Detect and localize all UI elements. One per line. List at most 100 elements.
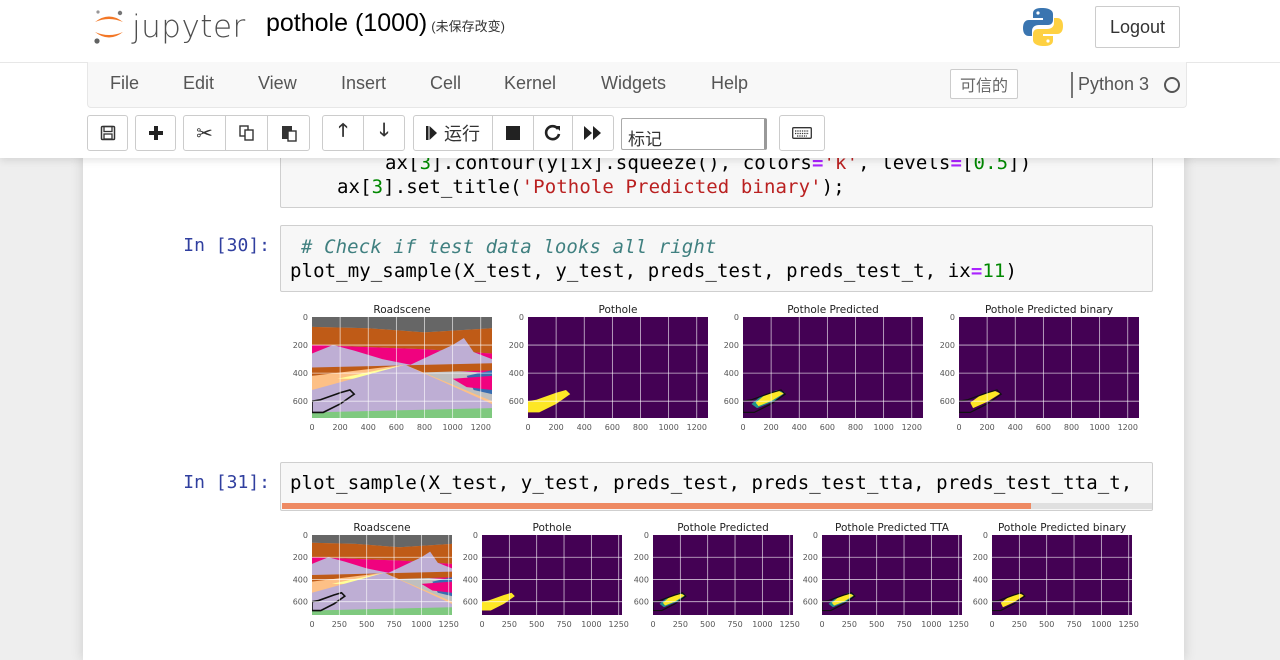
output-figure-cell31: 0 250 500 750 1000 1250 0 200 400 600 Roadscene 0 25…	[280, 518, 1160, 642]
heatmap-background	[743, 317, 923, 418]
paste-icon	[281, 126, 297, 142]
menu-help[interactable]: Help	[711, 73, 748, 94]
x-tick-label: 750	[1066, 620, 1081, 629]
save-button[interactable]	[87, 115, 128, 151]
x-tick-label: 1250	[1119, 620, 1139, 629]
y-tick-label: 400	[973, 575, 988, 584]
x-tick-label: 600	[1036, 423, 1051, 432]
plot-panel: 0 250 500 750 1000 1250 0 200 400 600 Pothole Pred…	[621, 518, 813, 637]
menu-widgets[interactable]: Widgets	[601, 73, 666, 94]
restart-button[interactable]	[533, 115, 573, 151]
y-tick-label: 200	[509, 341, 524, 350]
y-tick-label: 200	[293, 553, 308, 562]
plot-svg: 0 200 400 600 800 1000 1200 0 200 400 600 Roadscene	[293, 304, 492, 432]
x-tick-label: 400	[792, 423, 807, 432]
paste-button[interactable]	[267, 115, 310, 151]
x-tick-label: 1000	[411, 620, 431, 629]
edit-group: ✂	[183, 115, 310, 151]
move-group: 🡑 🡓	[322, 115, 405, 151]
x-tick-label: 750	[556, 620, 571, 629]
header-top: jupyter pothole (1000) (未保存改变) Logout	[0, 0, 1280, 62]
move-up-button[interactable]: 🡑	[322, 115, 364, 151]
plot-image	[482, 535, 622, 615]
x-tick-label: 250	[332, 620, 347, 629]
y-tick-label: 0	[519, 313, 524, 322]
x-tick-label: 1000	[581, 620, 601, 629]
move-down-button[interactable]: 🡓	[363, 115, 405, 151]
keyboard-group	[779, 115, 825, 151]
x-tick-label: 250	[673, 620, 688, 629]
code-cell-31[interactable]: plot_sample(X_test, y_test, preds_test, …	[280, 462, 1153, 511]
x-tick-label: 0	[740, 423, 745, 432]
plot-title: Pothole Predicted binary	[998, 522, 1126, 534]
y-tick-label: 200	[973, 553, 988, 562]
run-button[interactable]: 运行	[413, 115, 493, 151]
step-forward-icon	[426, 126, 437, 140]
plot-image	[743, 317, 923, 418]
code-line: plot_sample(X_test, y_test, preds_test, …	[290, 472, 1133, 494]
menu-cell[interactable]: Cell	[430, 73, 461, 94]
python-logo-icon	[1022, 6, 1064, 53]
heatmap-background	[992, 535, 1132, 615]
x-tick-label: 800	[633, 423, 648, 432]
y-tick-label: 0	[473, 531, 478, 540]
x-tick-label: 750	[896, 620, 911, 629]
insert-cell-button[interactable]	[135, 115, 176, 151]
x-tick-label: 800	[417, 423, 432, 432]
menu-insert[interactable]: Insert	[341, 73, 386, 94]
heatmap-background	[959, 317, 1139, 418]
y-tick-label: 0	[983, 531, 988, 540]
horizontal-scrollbar[interactable]	[282, 503, 1152, 509]
notebook-title[interactable]: pothole (1000) (未保存改变)	[266, 9, 505, 38]
arrow-down-icon: 🡓	[379, 120, 389, 140]
x-tick-label: 1200	[1118, 423, 1138, 432]
plot-image	[992, 535, 1132, 615]
x-tick-label: 1000	[1091, 620, 1111, 629]
x-tick-label: 500	[529, 620, 544, 629]
restart-run-all-button[interactable]	[572, 115, 614, 151]
jupyter-logo[interactable]: jupyter	[92, 6, 246, 48]
menu-kernel[interactable]: Kernel	[504, 73, 556, 94]
logout-button[interactable]: Logout	[1095, 6, 1180, 48]
run-label: 运行	[444, 124, 480, 144]
x-tick-label: 1200	[471, 423, 491, 432]
y-tick-label: 600	[293, 397, 308, 406]
x-tick-label: 200	[979, 423, 994, 432]
cell-type-select[interactable]: 标记	[621, 118, 767, 150]
x-tick-label: 1000	[442, 423, 462, 432]
menu-file[interactable]: File	[110, 73, 139, 94]
x-tick-label: 500	[700, 620, 715, 629]
trusted-badge[interactable]: 可信的	[950, 69, 1018, 99]
run-group: 运行	[413, 115, 614, 151]
y-tick-label: 400	[940, 369, 955, 378]
plot-svg: 0 200 400 600 800 1000 1200 0 200 400 600 Pothole	[509, 304, 708, 432]
horizontal-scrollbar-thumb[interactable]	[282, 503, 1032, 509]
y-tick-label: 200	[634, 553, 649, 562]
plot-image	[822, 535, 962, 615]
plot-svg: 0 250 500 750 1000 12500200400600Pothole	[463, 522, 629, 629]
plot-title: Roadscene	[353, 522, 410, 534]
plot-svg: 0 200 400 600 800 1000 1200 0 200 400 600 Pothole P…	[724, 304, 923, 432]
command-palette-button[interactable]	[779, 115, 825, 151]
menu-edit[interactable]: Edit	[183, 73, 214, 94]
copy-button[interactable]	[225, 115, 268, 151]
code-cell-30[interactable]: # Check if test data looks all right plo…	[280, 225, 1153, 292]
x-tick-label: 600	[820, 423, 835, 432]
header: jupyter pothole (1000) (未保存改变) Logout Fil…	[0, 0, 1280, 158]
interrupt-button[interactable]	[492, 115, 534, 151]
menu-view[interactable]: View	[258, 73, 297, 94]
y-tick-label: 0	[303, 313, 308, 322]
x-tick-label: 1000	[873, 423, 893, 432]
plot-title: Pothole	[599, 304, 638, 316]
code-comment: # Check if test data looks all right	[301, 236, 717, 258]
heatmap-background	[822, 535, 962, 615]
plot-image	[528, 317, 708, 418]
notebook-name[interactable]: pothole (1000)	[266, 9, 427, 37]
y-tick-label: 600	[463, 598, 478, 607]
cut-button[interactable]: ✂	[183, 115, 226, 151]
plot-panel: 0 200 400 600 800 1000 1200 0 200 400 600 Pothole P…	[711, 300, 943, 440]
cut-icon: ✂	[196, 122, 213, 145]
x-tick-label: 750	[386, 620, 401, 629]
x-tick-label: 0	[989, 620, 994, 629]
y-tick-label: 600	[940, 397, 955, 406]
